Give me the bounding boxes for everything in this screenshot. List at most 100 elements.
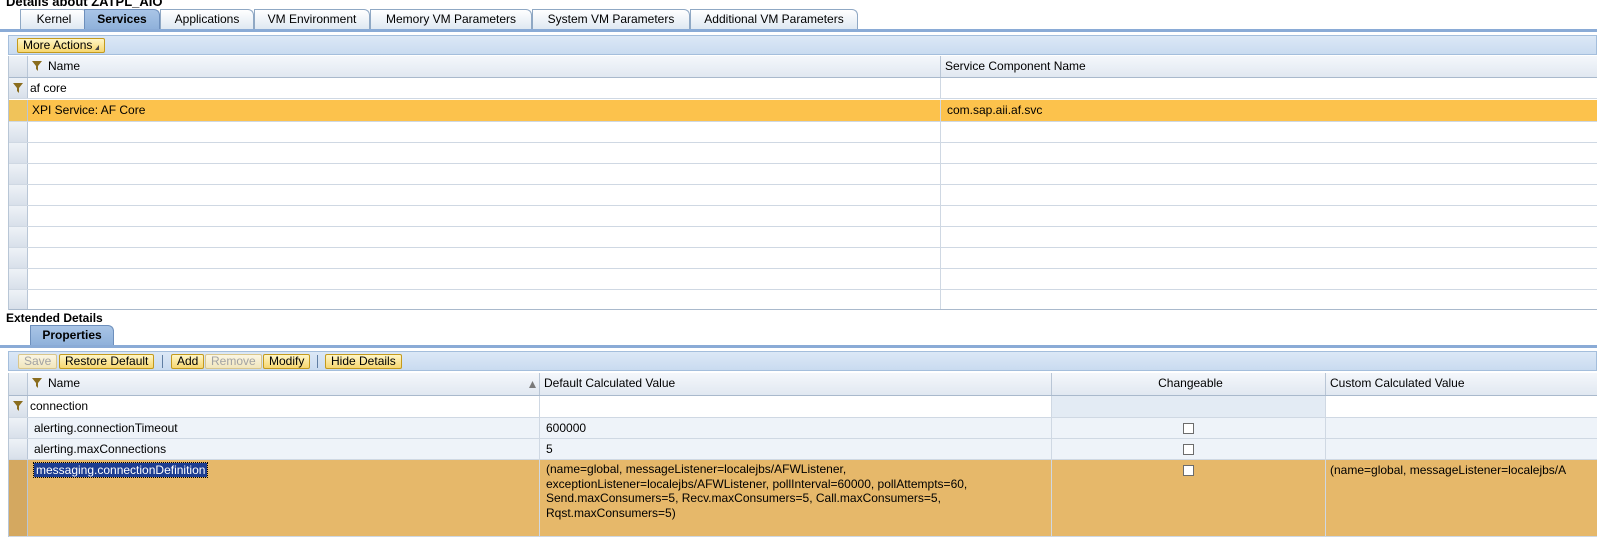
table-row[interactable]: XPI Service: AF Core com.sap.aii.af.svc [9, 100, 1597, 122]
selected-property-name[interactable]: messaging.connectionDefinition [32, 462, 209, 478]
row-selector[interactable] [9, 100, 28, 121]
column-header-changeable[interactable]: Changeable [1052, 373, 1326, 395]
component-filter-input[interactable] [941, 78, 1597, 98]
tab-vm-environment[interactable]: VM Environment [254, 9, 370, 30]
empty-cell [28, 185, 941, 205]
empty-cell [28, 206, 941, 226]
empty-cell [941, 227, 1597, 247]
more-actions-label: More Actions [23, 38, 93, 52]
save-button[interactable]: Save [18, 354, 58, 369]
filter-funnel-icon [32, 61, 42, 71]
custom-value-filter-input[interactable] [1326, 396, 1597, 417]
filter-funnel-icon [32, 378, 42, 388]
column-header-service-component[interactable]: Service Component Name [941, 56, 1597, 77]
row-selector[interactable] [9, 269, 28, 289]
toolbar-separator [162, 355, 163, 368]
table-row-empty [9, 164, 1597, 185]
changeable-filter-input[interactable] [1052, 396, 1326, 417]
custom-value-cell: (name=global, messageListener=localejbs/… [1326, 460, 1597, 536]
table-row-empty [9, 227, 1597, 248]
column-header-name[interactable]: Name [28, 373, 540, 395]
table-row-empty [9, 290, 1597, 310]
row-selector[interactable] [9, 227, 28, 247]
row-selector[interactable] [9, 206, 28, 226]
row-selector[interactable] [9, 143, 28, 163]
table-row-empty [9, 206, 1597, 227]
table-row[interactable]: alerting.connectionTimeout 600000 [9, 418, 1597, 439]
select-all-cell[interactable] [9, 373, 28, 395]
filter-funnel-icon [13, 83, 23, 93]
column-header-custom-value[interactable]: Custom Calculated Value [1326, 373, 1597, 395]
table-row-empty [9, 269, 1597, 290]
tab-memory-vm-parameters[interactable]: Memory VM Parameters [370, 9, 532, 30]
row-selector[interactable] [9, 164, 28, 184]
restore-default-button[interactable]: Restore Default [59, 354, 155, 369]
column-header-default-value[interactable]: Default Calculated Value [540, 373, 1052, 395]
row-selector[interactable] [9, 460, 28, 536]
table-row-empty [9, 185, 1597, 206]
empty-cell [28, 290, 941, 309]
more-actions-button[interactable]: More Actions [17, 38, 106, 53]
filter-toggle-cell[interactable] [9, 78, 28, 98]
page-title: Details about ZATPL_AIO [6, 0, 163, 9]
remove-button[interactable]: Remove [205, 354, 262, 369]
services-toolbar: More Actions [8, 35, 1597, 55]
changeable-checkbox[interactable] [1183, 423, 1194, 434]
empty-cell [941, 290, 1597, 309]
name-filter-input[interactable]: af core [28, 78, 941, 98]
empty-cell [941, 185, 1597, 205]
tab-additional-vm-parameters[interactable]: Additional VM Parameters [690, 9, 858, 30]
changeable-cell [1052, 460, 1326, 536]
dropdown-caret-icon [95, 45, 100, 50]
filter-toggle-cell[interactable] [9, 396, 28, 417]
services-table: Name Service Component Name af core XPI … [8, 56, 1597, 310]
sort-ascending-icon [529, 381, 536, 388]
service-name-cell: XPI Service: AF Core [28, 100, 941, 121]
changeable-checkbox[interactable] [1183, 444, 1194, 455]
properties-filter-row: connection [9, 396, 1597, 418]
services-header-row: Name Service Component Name [9, 56, 1597, 78]
empty-cell [941, 122, 1597, 142]
tab-system-vm-parameters[interactable]: System VM Parameters [532, 9, 690, 30]
table-row[interactable]: alerting.maxConnections 5 [9, 439, 1597, 460]
modify-button[interactable]: Modify [263, 354, 311, 369]
hide-details-button[interactable]: Hide Details [325, 354, 402, 369]
row-selector[interactable] [9, 185, 28, 205]
changeable-checkbox[interactable] [1183, 465, 1194, 476]
properties-toolbar: Save Restore Default Add Remove Modify H… [8, 351, 1597, 371]
default-value-cell: 600000 [540, 418, 1052, 438]
column-header-name[interactable]: Name [28, 56, 941, 77]
row-selector[interactable] [9, 248, 28, 268]
default-value-cell: (name=global, messageListener=localejbs/… [540, 460, 1052, 536]
empty-cell [941, 269, 1597, 289]
row-selector[interactable] [9, 418, 28, 438]
toolbar-separator [317, 355, 318, 368]
table-row-empty [9, 122, 1597, 143]
row-selector[interactable] [9, 290, 28, 309]
tab-applications[interactable]: Applications [160, 9, 254, 30]
filter-funnel-icon [13, 401, 23, 411]
services-filter-row: af core [9, 78, 1597, 99]
property-name-cell: messaging.connectionDefinition [28, 460, 540, 536]
properties-header-row: Name Default Calculated Value Changeable… [9, 373, 1597, 396]
empty-cell [28, 143, 941, 163]
main-tabstrip: Kernel Services Applications VM Environm… [0, 9, 1597, 30]
changeable-cell [1052, 418, 1326, 438]
default-value-filter-input[interactable] [540, 396, 1052, 417]
row-selector[interactable] [9, 439, 28, 459]
table-row[interactable]: messaging.connectionDefinition (name=glo… [9, 460, 1597, 537]
name-filter-input[interactable]: connection [28, 396, 540, 417]
tab-services[interactable]: Services [84, 9, 160, 30]
column-header-name-label: Name [48, 59, 81, 73]
service-component-cell: com.sap.aii.af.svc [941, 100, 1597, 121]
tab-properties[interactable]: Properties [30, 325, 114, 346]
add-button[interactable]: Add [171, 354, 205, 369]
empty-cell [941, 248, 1597, 268]
table-row-empty [9, 143, 1597, 164]
default-value-cell: 5 [540, 439, 1052, 459]
tab-kernel[interactable]: Kernel [20, 9, 88, 30]
changeable-cell [1052, 439, 1326, 459]
empty-cell [28, 164, 941, 184]
select-all-cell[interactable] [9, 56, 28, 77]
row-selector[interactable] [9, 122, 28, 142]
